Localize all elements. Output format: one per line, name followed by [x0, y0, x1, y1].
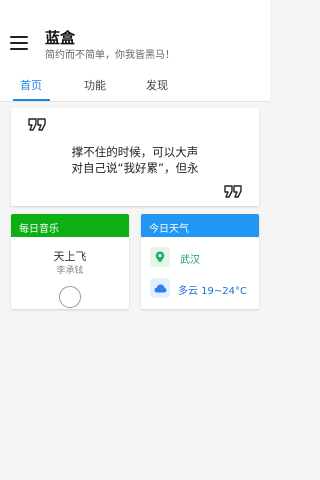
- quote-line-2: 对自己说“我好累”，但永: [71, 161, 199, 175]
- play-icon[interactable]: [59, 286, 81, 308]
- location-pin-icon: [150, 247, 170, 267]
- song-title: 天上飞: [53, 250, 87, 263]
- app-title: 蓝盒: [45, 29, 76, 47]
- quote-close-icon: [224, 185, 242, 198]
- tab-home[interactable]: 首页: [20, 77, 42, 93]
- weather-card-header: 今日天气: [141, 214, 259, 237]
- tab-discover[interactable]: 发现: [146, 77, 168, 93]
- active-tab-indicator: [13, 99, 50, 101]
- quote-line-1: 撑不住的时候，可以大声: [71, 145, 199, 159]
- menu-icon[interactable]: [10, 36, 28, 50]
- weather-city: 武汉: [180, 255, 200, 266]
- app-subtitle: 简约而不简单，你我皆黑马！: [45, 50, 175, 61]
- tab-bar: 首页 功能 发现: [0, 68, 270, 102]
- cloud-icon: [150, 278, 170, 298]
- tab-features[interactable]: 功能: [84, 77, 106, 93]
- quote-card[interactable]: 撑不住的时候，可以大声 对自己说“我好累”，但永: [11, 108, 259, 206]
- weather-condition: 多云 19~24°C: [178, 286, 247, 297]
- daily-music-card[interactable]: 每日音乐 天上飞 李承铉: [11, 214, 129, 309]
- music-card-header: 每日音乐: [11, 214, 129, 237]
- app-header: 蓝盒 简约而不简单，你我皆黑马！: [0, 0, 270, 68]
- daily-weather-card[interactable]: 今日天气 武汉 多云 19~24°C: [141, 214, 259, 309]
- quote-text: 撑不住的时候，可以大声 对自己说“我好累”，但永: [11, 144, 259, 176]
- song-artist: 李承铉: [56, 266, 84, 276]
- quote-open-icon: [28, 118, 46, 131]
